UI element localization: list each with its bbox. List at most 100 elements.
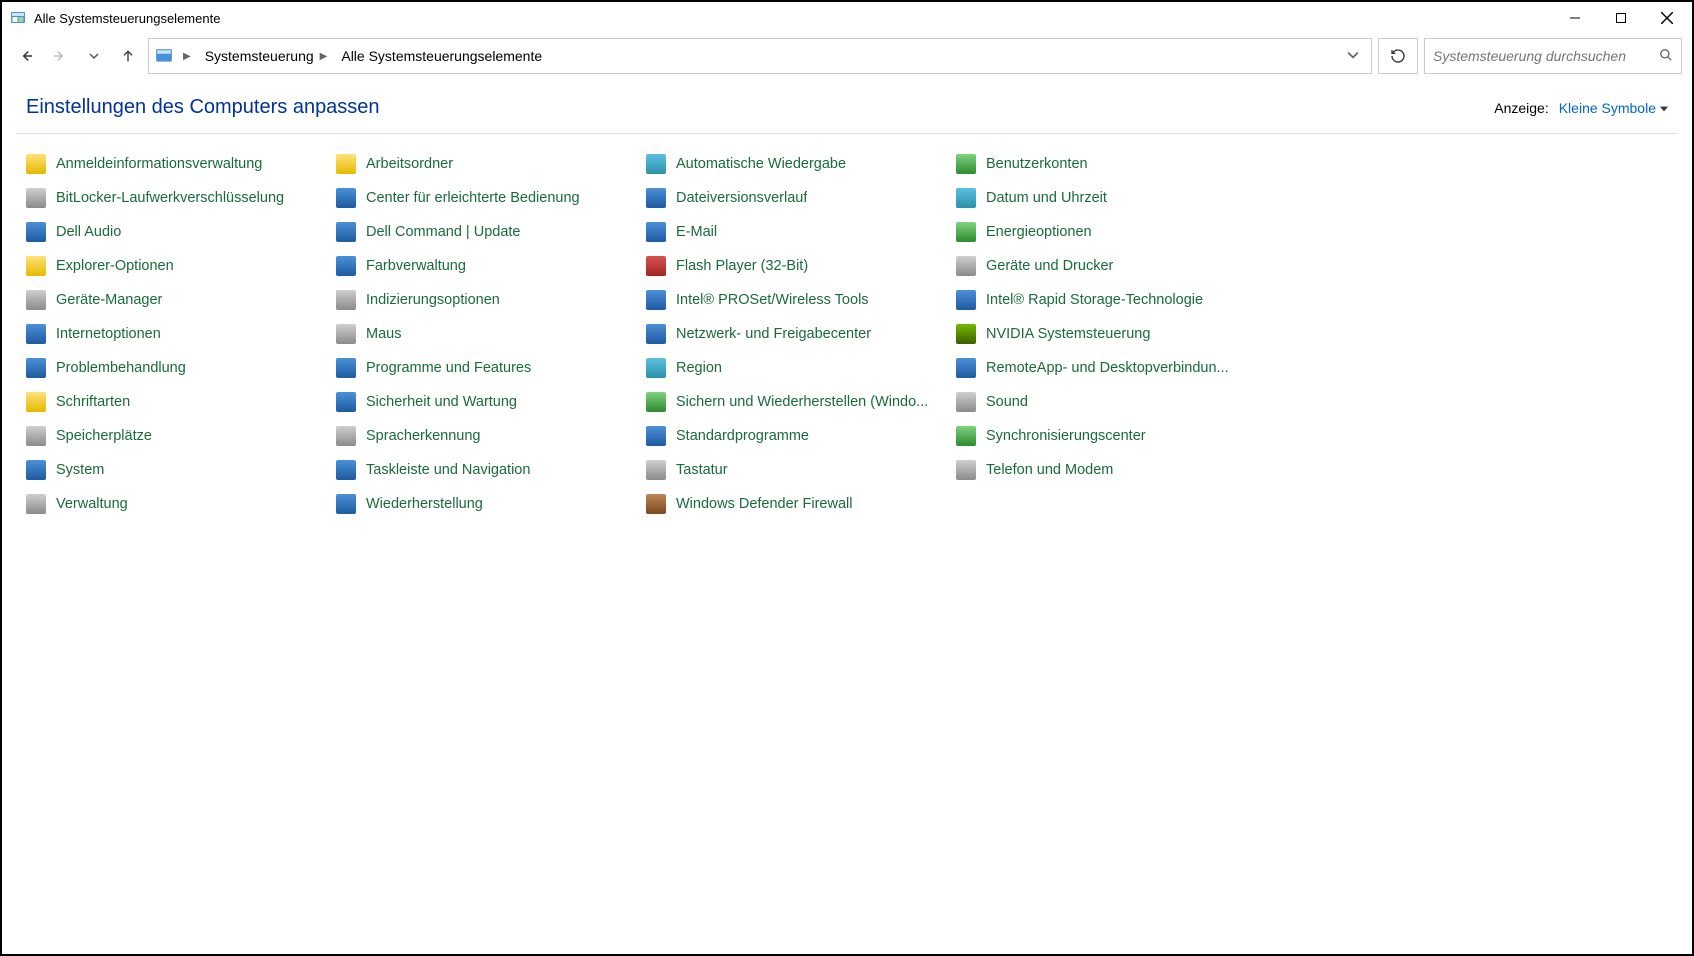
cp-item-dell-command-update[interactable]: Dell Command | Update: [336, 220, 646, 244]
credential-manager-icon: [26, 154, 46, 174]
cp-item-intel-proset[interactable]: Intel® PROSet/Wireless Tools: [646, 288, 956, 312]
cp-item-defender-firewall[interactable]: Windows Defender Firewall: [646, 492, 956, 516]
cp-item-programs-features[interactable]: Programme und Features: [336, 356, 646, 380]
cp-item-label: Tastatur: [676, 462, 728, 478]
cp-item-label: Energieoptionen: [986, 224, 1092, 240]
refresh-button[interactable]: [1378, 38, 1418, 74]
cp-item-taskbar-navigation[interactable]: Taskleiste und Navigation: [336, 458, 646, 482]
cp-item-user-accounts[interactable]: Benutzerkonten: [956, 152, 1266, 176]
cp-item-sync-center[interactable]: Synchronisierungscenter: [956, 424, 1266, 448]
cp-item-explorer-options[interactable]: Explorer-Optionen: [26, 254, 336, 278]
mouse-icon: [336, 324, 356, 344]
fonts-icon: [26, 392, 46, 412]
indexing-options-icon: [336, 290, 356, 310]
cp-item-bitlocker[interactable]: BitLocker-Laufwerkverschlüsselung: [26, 186, 336, 210]
cp-item-fonts[interactable]: Schriftarten: [26, 390, 336, 414]
back-button[interactable]: [12, 42, 40, 70]
troubleshooting-icon: [26, 358, 46, 378]
view-selector[interactable]: Kleine Symbole: [1559, 100, 1668, 116]
intel-proset-icon: [646, 290, 666, 310]
minimize-button[interactable]: [1552, 2, 1598, 34]
devices-printers-icon: [956, 256, 976, 276]
default-programs-icon: [646, 426, 666, 446]
cp-item-devices-printers[interactable]: Geräte und Drucker: [956, 254, 1266, 278]
cp-item-flash-player[interactable]: Flash Player (32-Bit): [646, 254, 956, 278]
cp-item-label: Synchronisierungscenter: [986, 428, 1146, 444]
breadcrumb-root[interactable]: Systemsteuerung ▶: [201, 46, 332, 66]
cp-item-autoplay[interactable]: Automatische Wiedergabe: [646, 152, 956, 176]
cp-item-label: E-Mail: [676, 224, 717, 240]
maximize-button[interactable]: [1598, 2, 1644, 34]
cp-item-indexing-options[interactable]: Indizierungsoptionen: [336, 288, 646, 312]
cp-item-label: Geräte-Manager: [56, 292, 162, 308]
cp-item-sound[interactable]: Sound: [956, 390, 1266, 414]
address-history-dropdown[interactable]: [1341, 48, 1365, 64]
cp-item-security-maintenance[interactable]: Sicherheit und Wartung: [336, 390, 646, 414]
page-title: Einstellungen des Computers anpassen: [26, 96, 380, 119]
cp-item-storage-spaces[interactable]: Speicherplätze: [26, 424, 336, 448]
cp-item-label: Anmeldeinformationsverwaltung: [56, 156, 262, 172]
cp-item-color-management[interactable]: Farbverwaltung: [336, 254, 646, 278]
cp-item-label: Region: [676, 360, 722, 376]
taskbar-navigation-icon: [336, 460, 356, 480]
bitlocker-icon: [26, 188, 46, 208]
cp-item-dell-audio[interactable]: Dell Audio: [26, 220, 336, 244]
cp-item-label: Benutzerkonten: [986, 156, 1088, 172]
search-box[interactable]: [1424, 38, 1682, 74]
cp-item-file-history[interactable]: Dateiversionsverlauf: [646, 186, 956, 210]
breadcrumb-current[interactable]: Alle Systemsteuerungselemente: [337, 46, 546, 66]
cp-item-device-manager[interactable]: Geräte-Manager: [26, 288, 336, 312]
search-icon[interactable]: [1659, 48, 1673, 65]
breadcrumb-root-label: Systemsteuerung: [205, 48, 314, 64]
file-history-icon: [646, 188, 666, 208]
cp-item-phone-modem[interactable]: Telefon und Modem: [956, 458, 1266, 482]
close-button[interactable]: [1644, 2, 1690, 34]
cp-item-label: Programme und Features: [366, 360, 531, 376]
cp-item-speech-recognition[interactable]: Spracherkennung: [336, 424, 646, 448]
breadcrumb-separator[interactable]: ▶: [179, 49, 195, 64]
cp-item-credential-manager[interactable]: Anmeldeinformationsverwaltung: [26, 152, 336, 176]
speech-recognition-icon: [336, 426, 356, 446]
work-folders-icon: [336, 154, 356, 174]
cp-item-power-options[interactable]: Energieoptionen: [956, 220, 1266, 244]
cp-item-label: Netzwerk- und Freigabecenter: [676, 326, 871, 342]
cp-item-network-sharing[interactable]: Netzwerk- und Freigabecenter: [646, 322, 956, 346]
cp-item-system[interactable]: System: [26, 458, 336, 482]
cp-item-mouse[interactable]: Maus: [336, 322, 646, 346]
cp-item-label: Speicherplätze: [56, 428, 152, 444]
recent-locations-button[interactable]: [80, 42, 108, 70]
internet-options-icon: [26, 324, 46, 344]
backup-restore-icon: [646, 392, 666, 412]
cp-item-work-folders[interactable]: Arbeitsordner: [336, 152, 646, 176]
region-icon: [646, 358, 666, 378]
cp-item-label: Sichern und Wiederherstellen (Windo...: [676, 394, 928, 410]
cp-item-label: Explorer-Optionen: [56, 258, 174, 274]
forward-button[interactable]: [46, 42, 74, 70]
cp-item-label: Maus: [366, 326, 401, 342]
cp-item-nvidia-control-panel[interactable]: NVIDIA Systemsteuerung: [956, 322, 1266, 346]
cp-item-troubleshooting[interactable]: Problembehandlung: [26, 356, 336, 380]
cp-item-remoteapp[interactable]: RemoteApp- und Desktopverbindun...: [956, 356, 1266, 380]
cp-item-backup-restore[interactable]: Sichern und Wiederherstellen (Windo...: [646, 390, 956, 414]
cp-item-keyboard[interactable]: Tastatur: [646, 458, 956, 482]
cp-item-label: Center für erleichterte Bedienung: [366, 190, 580, 206]
cp-item-internet-options[interactable]: Internetoptionen: [26, 322, 336, 346]
cp-item-label: RemoteApp- und Desktopverbindun...: [986, 360, 1229, 376]
cp-item-admin-tools[interactable]: Verwaltung: [26, 492, 336, 516]
cp-item-default-programs[interactable]: Standardprogramme: [646, 424, 956, 448]
cp-item-intel-rst[interactable]: Intel® Rapid Storage-Technologie: [956, 288, 1266, 312]
cp-item-date-time[interactable]: Datum und Uhrzeit: [956, 186, 1266, 210]
search-input[interactable]: [1433, 48, 1653, 64]
device-manager-icon: [26, 290, 46, 310]
cp-item-mail[interactable]: E-Mail: [646, 220, 956, 244]
up-button[interactable]: [114, 42, 142, 70]
cp-item-ease-of-access[interactable]: Center für erleichterte Bedienung: [336, 186, 646, 210]
cp-item-region[interactable]: Region: [646, 356, 956, 380]
chevron-right-icon: ▶: [320, 51, 328, 62]
flash-player-icon: [646, 256, 666, 276]
cp-item-recovery[interactable]: Wiederherstellung: [336, 492, 646, 516]
heading-row: Einstellungen des Computers anpassen Anz…: [2, 78, 1692, 133]
power-options-icon: [956, 222, 976, 242]
admin-tools-icon: [26, 494, 46, 514]
address-bar[interactable]: ▶ Systemsteuerung ▶ Alle Systemsteuerung…: [148, 38, 1372, 74]
